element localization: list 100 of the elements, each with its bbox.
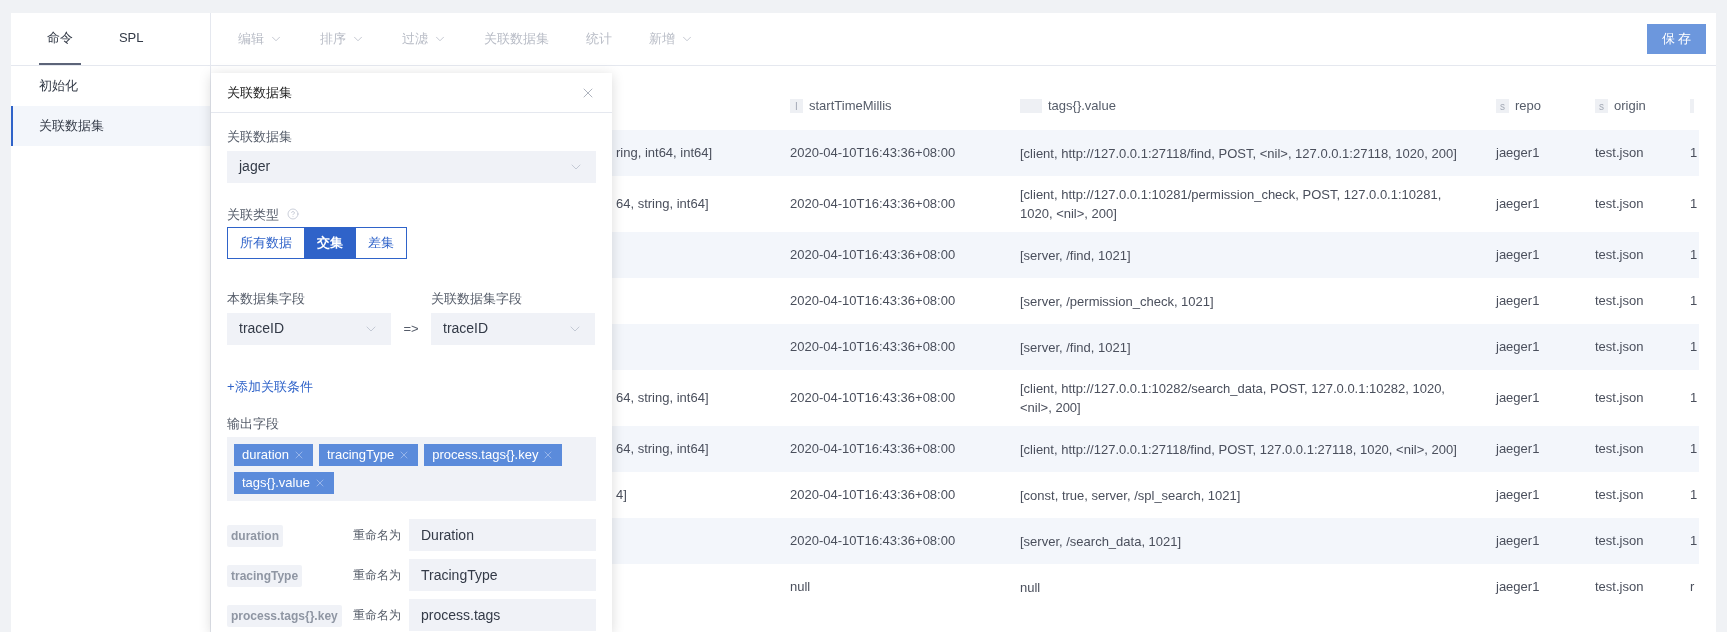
table-cell: jaeger1 [1496,579,1540,595]
sidebar-item[interactable]: 关联数据集 [11,106,210,146]
table-cell: jaeger1 [1496,196,1540,212]
field-select[interactable]: traceID [431,312,595,345]
table-cell: test.json [1595,533,1644,549]
type-badge: s [1595,99,1608,113]
sidebar-tab[interactable]: 命令 [39,13,81,65]
sidebar-tab[interactable]: SPL [110,13,152,65]
table-cell: 2020-04-10T16:43:36+08:00 [790,339,956,355]
table-cell: 1 [1690,247,1698,263]
field-label: 本数据集字段 [227,290,306,308]
table-cell: test.json [1595,145,1644,161]
field-label: 输出字段 [227,414,280,433]
rename-label: 重命名为 [353,527,402,544]
table-cell: [client, http://127.0.0.1:10281/permission_check, POST, 127.0.0.1:10281, 1020, <nil>, 200] [1020,187,1442,221]
table-cell: 2020-04-10T16:43:36+08:00 [790,196,956,212]
table-cell: [client, http://127.0.0.1:10282/search_data, POST, 127.0.0.1:10282, 1020, <nil>, 200] [1020,381,1445,415]
column-title: repo [1515,97,1542,116]
table-cell: test.json [1595,579,1644,595]
table-cell: jaeger1 [1496,145,1540,161]
rename-input[interactable]: process.tags [409,599,596,631]
table-cell: 2020-04-10T16:43:36+08:00 [790,441,956,457]
table-cell: test.json [1595,487,1644,503]
column-header[interactable]: tags{}.value [1020,96,1496,116]
add-condition-link[interactable]: +添加关联条件 [227,376,313,396]
field-tag[interactable]: process.tags{}.key [424,444,563,466]
dialog-title: 关联数据集 [227,83,292,102]
table-cell: 4] [616,487,627,503]
table-cell: [server, /find, 1021] [1020,339,1131,355]
table-cell: [client, http://127.0.0.1:27118/find, POST, <nil>, 127.0.0.1:27118, 1020, 200] [1020,145,1457,161]
help-icon[interactable] [287,208,299,221]
column-title: tags{}.value [1048,97,1116,116]
table-cell: jaeger1 [1496,533,1540,549]
table-cell: 1 [1690,533,1698,549]
table-cell: [server, /search_data, 1021] [1020,533,1182,549]
table-cell: 1 [1690,390,1698,406]
rename-label: 重命名为 [353,567,402,584]
rename-input[interactable]: Duration [409,519,596,551]
table-cell: 2020-04-10T16:43:36+08:00 [790,533,956,549]
field-name-tag: duration [227,525,283,547]
table-cell: 64, string, int64] [616,196,709,212]
table-cell: 2020-04-10T16:43:36+08:00 [790,390,956,406]
table-cell: test.json [1595,293,1644,309]
field-tag[interactable]: tracingType [319,444,419,466]
column-header[interactable]: I startTimeMillis [790,96,1020,116]
rename-input[interactable]: TracingType [409,559,596,591]
field-label: 关联类型 [227,205,279,224]
table-cell: 1 [1690,145,1698,161]
table-cell: 1 [1690,441,1698,457]
table-cell: [server, /find, 1021] [1020,247,1131,263]
sidebar-item[interactable]: 初始化 [11,66,210,106]
table-cell: 1 [1690,339,1698,355]
table-cell: jaeger1 [1496,247,1540,263]
remove-icon[interactable] [293,449,305,461]
column-header[interactable]: s repo [1496,96,1595,116]
table-cell: 2020-04-10T16:43:36+08:00 [790,145,956,161]
output-fields-box[interactable]: duration tracingType process.tags{}.key tags{}.value [227,437,596,501]
field-name-tag: process.tags{}.key [227,605,342,627]
table-cell: jaeger1 [1496,441,1540,457]
field-label: 关联数据集字段 [431,290,523,308]
table-cell: test.json [1595,196,1644,212]
table-cell: r [1690,579,1695,595]
join-type-tab[interactable]: 差集 [355,227,407,259]
table-cell: 64, string, int64] [616,390,709,406]
table-cell: 1 [1690,293,1698,309]
table-cell: jaeger1 [1496,390,1540,406]
table-cell: [const, true, server, /spl_search, 1021] [1020,487,1241,503]
table-cell: jaeger1 [1496,339,1540,355]
column-header[interactable]: s origin [1595,96,1690,116]
table-cell: test.json [1595,247,1644,263]
table-cell: test.json [1595,390,1644,406]
join-type-tab[interactable]: 交集 [304,227,356,259]
join-type-tab[interactable]: 所有数据 [227,227,305,259]
table-cell: null [790,579,811,595]
field-tag[interactable]: duration [234,444,313,466]
type-badge: s [1496,99,1509,113]
table-cell: ring, int64, int64] [616,145,713,161]
rename-label: 重命名为 [353,607,402,624]
field-tag[interactable]: tags{}.value [234,472,334,494]
type-badge: I [790,99,803,113]
table-cell: 2020-04-10T16:43:36+08:00 [790,293,956,309]
table-cell: 64, string, int64] [616,441,709,457]
table-cell: test.json [1595,339,1644,355]
field-label: 关联数据集 [227,128,293,146]
mapping-arrow: => [402,319,420,338]
table-cell: jaeger1 [1496,293,1540,309]
table-cell: jaeger1 [1496,487,1540,503]
table-cell: 2020-04-10T16:43:36+08:00 [790,247,956,263]
table-cell: null [1020,579,1041,595]
field-name-tag: tracingType [227,565,303,587]
column-title: startTimeMillis [809,97,892,116]
field-select[interactable]: traceID [227,312,391,345]
table-cell: test.json [1595,441,1644,457]
table-cell: 1 [1690,196,1698,212]
table-cell: [server, /permission_check, 1021] [1020,293,1214,309]
dataset-select[interactable]: jager [227,150,596,183]
table-cell: 2020-04-10T16:43:36+08:00 [790,487,956,503]
table-cell: 1 [1690,487,1698,503]
table-cell: [client, http://127.0.0.1:27118/find, POST, 127.0.0.1:27118, 1020, <nil>, 200] [1020,441,1457,457]
column-title: origin [1614,97,1646,116]
